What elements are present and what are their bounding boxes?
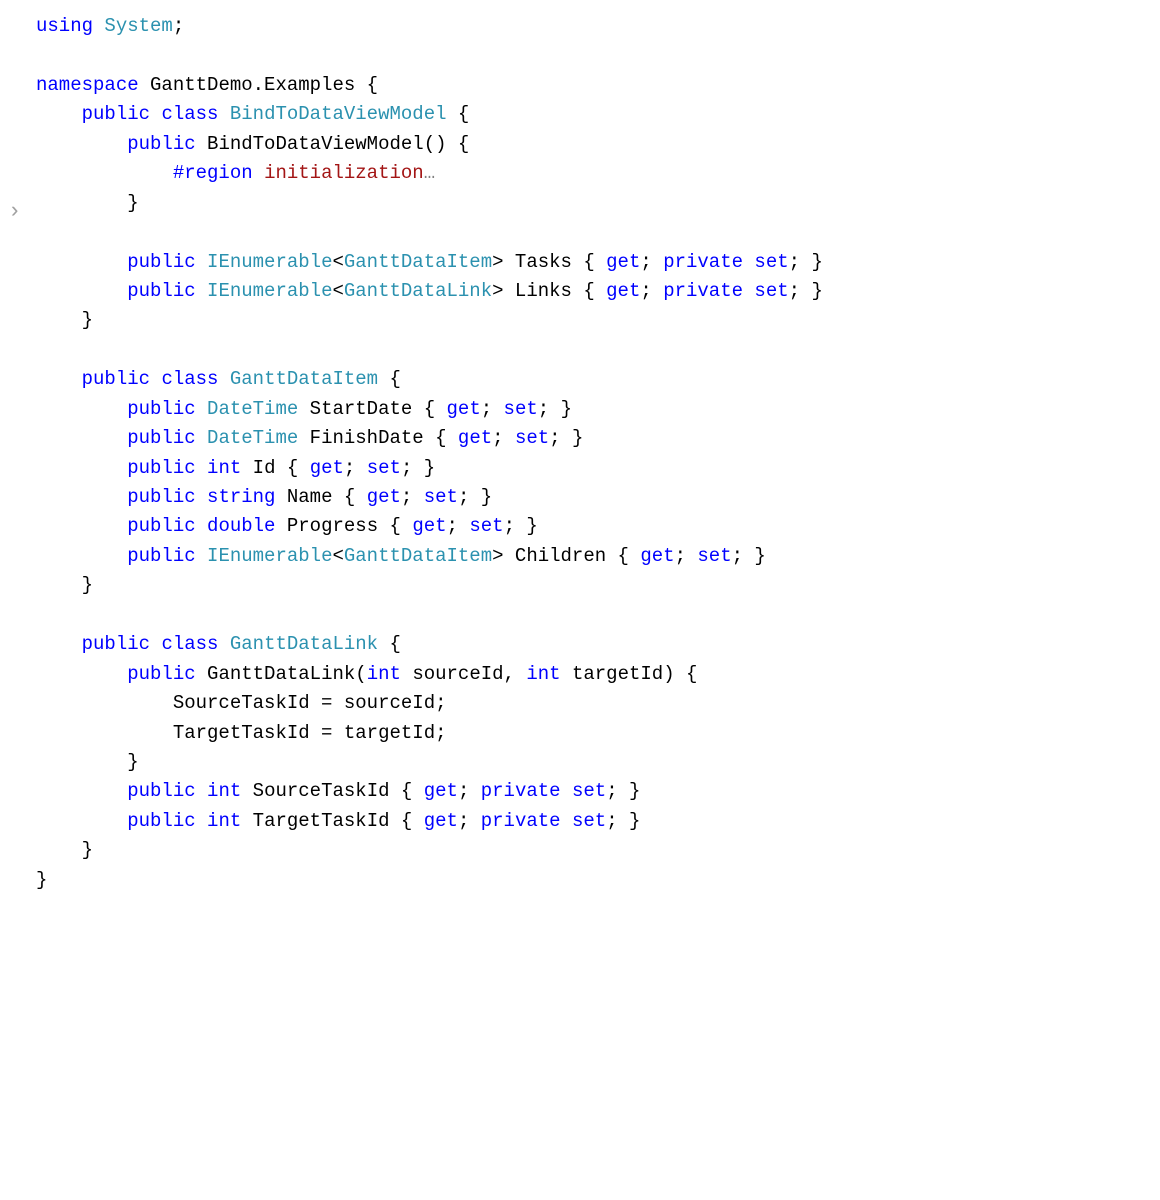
type-ienumerable: IEnumerable <box>207 280 332 302</box>
id-ctor-bindtodataviewmodel: BindToDataViewModel <box>207 133 424 155</box>
id-tasks: Tasks <box>515 251 572 273</box>
kw-get: get <box>424 780 458 802</box>
kw-get: get <box>606 280 640 302</box>
kw-class: class <box>161 368 218 390</box>
id-progress: Progress <box>287 515 378 537</box>
kw-class: class <box>161 633 218 655</box>
code-editor: › using System; namespace GanttDemo.Exam… <box>0 0 1160 925</box>
kw-int: int <box>367 663 401 685</box>
id-targettaskid: TargetTaskId <box>173 722 310 744</box>
kw-public: public <box>82 633 150 655</box>
kw-public: public <box>127 280 195 302</box>
kw-set: set <box>367 457 401 479</box>
editor-gutter: › <box>0 12 36 895</box>
id-ctor-ganttdatalink: GanttDataLink <box>207 663 355 685</box>
id-startdate: StartDate <box>310 398 413 420</box>
kw-get: get <box>412 515 446 537</box>
kw-int: int <box>207 780 241 802</box>
region-directive[interactable]: #region <box>173 162 253 184</box>
id-finishdate: FinishDate <box>310 427 424 449</box>
kw-private: private <box>481 780 561 802</box>
type-ienumerable: IEnumerable <box>207 545 332 567</box>
kw-public: public <box>127 486 195 508</box>
kw-private: private <box>663 251 743 273</box>
kw-string: string <box>207 486 275 508</box>
kw-set: set <box>424 486 458 508</box>
type-ienumerable: IEnumerable <box>207 251 332 273</box>
kw-set: set <box>572 780 606 802</box>
type-ganttdataitem: GanttDataItem <box>344 251 492 273</box>
kw-public: public <box>127 515 195 537</box>
id-targettaskid: TargetTaskId <box>253 810 390 832</box>
id-sourceid: sourceId <box>412 663 503 685</box>
id-namespace: GanttDemo.Examples <box>150 74 355 96</box>
kw-set: set <box>515 427 549 449</box>
kw-public: public <box>127 398 195 420</box>
id-name: Name <box>287 486 333 508</box>
kw-using: using <box>36 15 93 37</box>
kw-get: get <box>367 486 401 508</box>
breakpoint-marker-icon[interactable]: › <box>8 195 21 229</box>
id-id: Id <box>253 457 276 479</box>
region-name[interactable]: initialization <box>264 162 424 184</box>
kw-public: public <box>127 780 195 802</box>
kw-get: get <box>606 251 640 273</box>
kw-public: public <box>127 545 195 567</box>
kw-get: get <box>424 810 458 832</box>
kw-set: set <box>504 398 538 420</box>
kw-set: set <box>754 280 788 302</box>
type-ganttdatalink: GanttDataLink <box>344 280 492 302</box>
kw-public: public <box>127 133 195 155</box>
id-sourcetaskid: SourceTaskId <box>173 692 310 714</box>
kw-set: set <box>572 810 606 832</box>
type-ganttdataitem: GanttDataItem <box>230 368 378 390</box>
kw-int: int <box>207 457 241 479</box>
id-targetid: targetId <box>344 722 435 744</box>
kw-namespace: namespace <box>36 74 139 96</box>
kw-public: public <box>127 427 195 449</box>
kw-int: int <box>207 810 241 832</box>
kw-private: private <box>663 280 743 302</box>
kw-get: get <box>458 427 492 449</box>
kw-public: public <box>82 368 150 390</box>
kw-class: class <box>161 103 218 125</box>
id-links: Links <box>515 280 572 302</box>
code-block[interactable]: using System; namespace GanttDemo.Exampl… <box>36 12 823 895</box>
kw-private: private <box>481 810 561 832</box>
collapsed-ellipsis-icon[interactable]: … <box>424 162 435 184</box>
kw-get: get <box>310 457 344 479</box>
kw-public: public <box>127 251 195 273</box>
kw-get: get <box>640 545 674 567</box>
id-children: Children <box>515 545 606 567</box>
kw-public: public <box>127 457 195 479</box>
type-bindtodataviewmodel: BindToDataViewModel <box>230 103 447 125</box>
kw-public: public <box>127 810 195 832</box>
id-targetid: targetId <box>572 663 663 685</box>
kw-get: get <box>447 398 481 420</box>
kw-set: set <box>697 545 731 567</box>
kw-public: public <box>82 103 150 125</box>
type-ganttdataitem: GanttDataItem <box>344 545 492 567</box>
type-datetime: DateTime <box>207 398 298 420</box>
id-sourcetaskid: SourceTaskId <box>253 780 390 802</box>
kw-set: set <box>754 251 788 273</box>
kw-set: set <box>469 515 503 537</box>
type-ganttdatalink: GanttDataLink <box>230 633 378 655</box>
id-sourceid: sourceId <box>344 692 435 714</box>
kw-int: int <box>526 663 560 685</box>
type-system: System <box>104 15 172 37</box>
type-datetime: DateTime <box>207 427 298 449</box>
kw-public: public <box>127 663 195 685</box>
kw-double: double <box>207 515 275 537</box>
